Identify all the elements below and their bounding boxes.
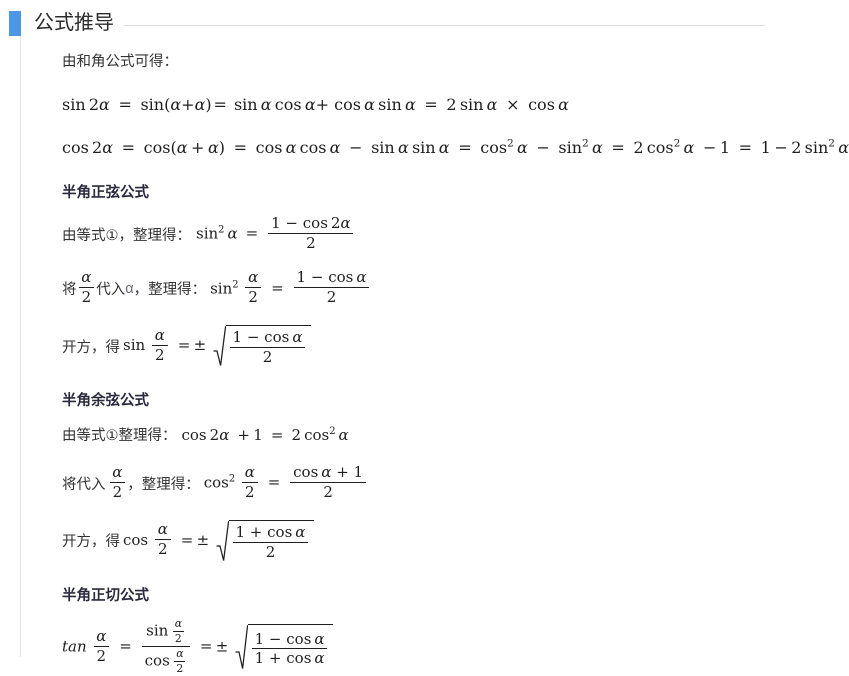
double-angle-sine-equation: sin 2α = sin(α+α) = sin α cos α+ cos α si… bbox=[62, 95, 849, 114]
sine-line-2-alpha: α bbox=[125, 280, 134, 297]
sine-line-2-halfalpha: α 2 bbox=[77, 269, 97, 308]
section-title-half-angle-tangent: 半角正切公式 bbox=[62, 587, 149, 604]
radical-sign-icon bbox=[216, 520, 229, 562]
sine-line-3-lead: 开方，得 bbox=[62, 339, 120, 356]
sqrt-sine: 1 − cos α 2 bbox=[213, 325, 312, 367]
cosine-line-2: 将代入 α 2 ，整理得： cos2 α 2 = cos α + 1 2 bbox=[62, 464, 849, 502]
sine-line-2-lead-c: ，整理得： bbox=[133, 282, 207, 299]
cosine-line-2-halfalpha: α 2 bbox=[106, 464, 128, 502]
cosine-line-2-lead-a: 将代入 bbox=[62, 476, 106, 493]
intro-text: 由和角公式可得： bbox=[62, 54, 178, 70]
radical-sign-icon bbox=[235, 624, 248, 670]
cosine-line-2-math: cos2 α 2 = cos α + 1 2 bbox=[200, 464, 368, 502]
sqrt-cosine: 1 + cos α 2 bbox=[216, 519, 315, 562]
cosine-line-1-math: cos 2α +1 = 2 cos2 α bbox=[181, 425, 349, 444]
sine-line-2-math: sin2 α 2 = 1 − cos α 2 bbox=[206, 269, 371, 308]
cosine-line-3: 开方，得 cos α 2 = ± 1 + cos α 2 bbox=[62, 519, 849, 562]
double-angle-sine-math: sin 2α = sin(α+α) = sin α cos α+ cos α si… bbox=[62, 95, 569, 114]
sine-line-2: 将 α 2 代入 α ，整理得： sin2 α 2 = 1 − cos α 2 bbox=[62, 269, 849, 308]
sine-line-1-math: sin2 α = 1 − cos 2α 2 bbox=[191, 214, 355, 253]
sine-line-2-lead-a: 将 bbox=[62, 282, 77, 299]
double-angle-cosine-equation: cos 2α = cos(α + α) = cos α cos α − sin α … bbox=[62, 138, 849, 157]
sine-line-1-lead: 由等式①，整理得： bbox=[62, 227, 191, 244]
cosine-line-1-lead: 由等式①整理得： bbox=[62, 428, 177, 445]
page-header: 公式推导 bbox=[0, 0, 849, 40]
sine-line-3-math: sin α 2 = ± 1 − cos α 2 bbox=[120, 325, 312, 367]
section-title-half-angle-cosine: 半角余弦公式 bbox=[62, 393, 149, 410]
sqrt-tangent: 1 − cos α 1 + cos α bbox=[235, 624, 334, 670]
double-angle-cosine-math: cos 2α = cos(α + α) = cos α cos α − sin α … bbox=[62, 137, 849, 157]
sine-line-3: 开方，得 sin α 2 = ± 1 − cos α 2 bbox=[62, 325, 849, 367]
tangent-line-1: tan α 2 = sin α2 cos α2 = ± 1 − cos α 1 … bbox=[62, 617, 849, 676]
cosine-line-3-lead: 开方，得 bbox=[62, 534, 120, 551]
radical-sign-icon bbox=[213, 325, 226, 367]
content-body: 由和角公式可得： sin 2α = sin(α+α) = sin α cos α+… bbox=[0, 40, 849, 676]
cosine-line-2-lead-c: ，整理得： bbox=[127, 476, 200, 493]
tangent-line-1-math: tan α 2 = sin α2 cos α2 = ± 1 − cos α 1 … bbox=[62, 617, 334, 676]
page-title: 公式推导 bbox=[34, 12, 114, 34]
accent-bar-icon bbox=[9, 10, 21, 36]
cosine-line-3-math: cos α 2 = ± 1 + cos α 2 bbox=[120, 519, 315, 562]
left-page-rule bbox=[20, 22, 21, 657]
sine-line-2-lead-b: 代入 bbox=[96, 282, 126, 299]
header-divider bbox=[124, 24, 765, 26]
sine-line-1: 由等式①，整理得： sin2 α = 1 − cos 2α 2 bbox=[62, 214, 849, 253]
cosine-line-1: 由等式①整理得： cos 2α +1 = 2 cos2 α bbox=[62, 424, 849, 445]
section-title-half-angle-sine: 半角正弦公式 bbox=[62, 185, 149, 201]
